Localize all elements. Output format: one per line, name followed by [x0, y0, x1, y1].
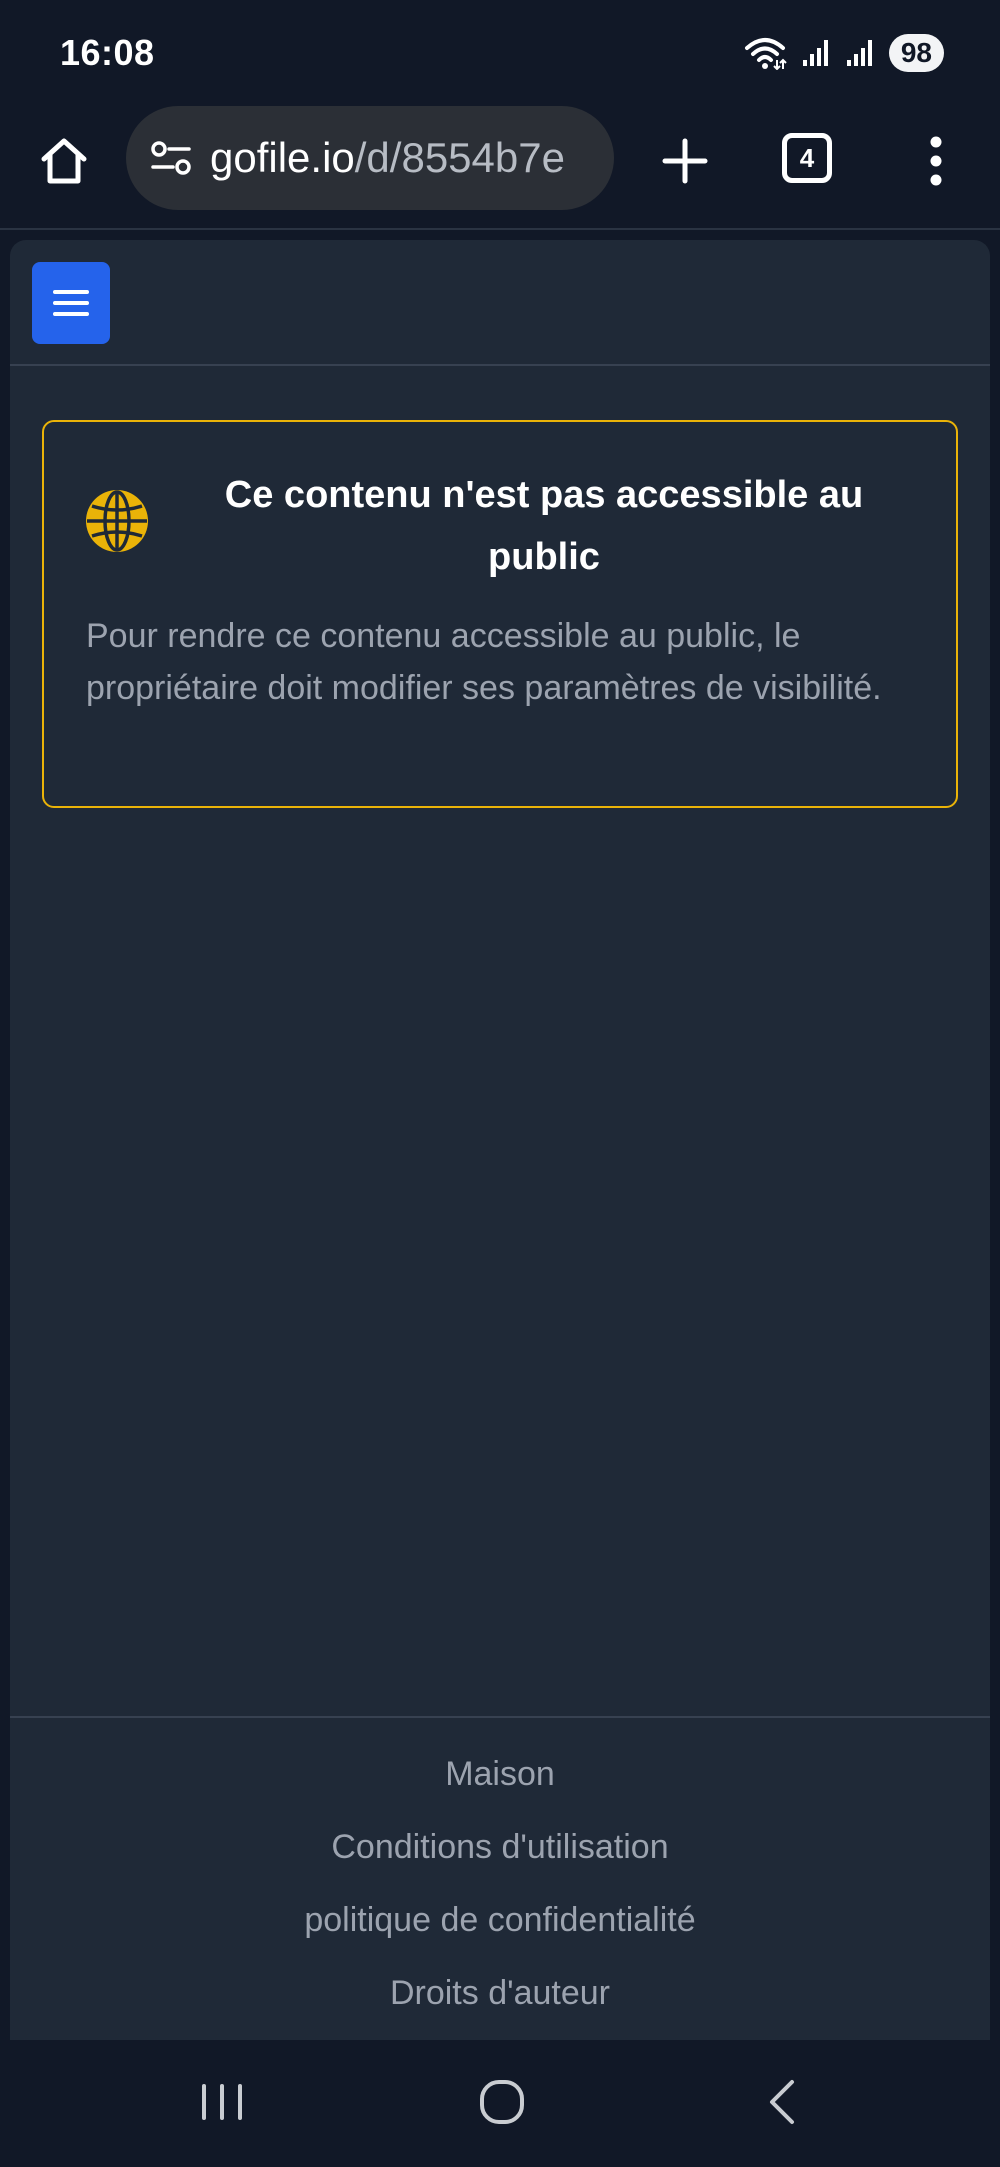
tab-switcher-button[interactable]: 4 [782, 133, 832, 183]
back-button[interactable] [742, 2062, 822, 2142]
signal-icon [845, 38, 875, 68]
footer-link-terms[interactable]: Conditions d'utilisation [10, 1811, 990, 1884]
recents-button[interactable] [182, 2062, 262, 2142]
globe-icon [86, 490, 148, 552]
footer-links: Maison Conditions d'utilisation politiqu… [10, 1738, 990, 2030]
recents-icon [202, 2084, 242, 2120]
status-icons: 98 [743, 34, 944, 72]
system-home-button[interactable] [462, 2062, 542, 2142]
wifi-icon [743, 36, 787, 70]
notice-body: Pour rendre ce contenu accessible au pub… [86, 617, 882, 707]
more-vert-icon [930, 136, 942, 186]
visibility-notice: Ce contenu n'est pas accessible au publi… [42, 420, 958, 808]
footer-link-privacy[interactable]: politique de confidentialité [10, 1884, 990, 1957]
footer-link-home[interactable]: Maison [10, 1738, 990, 1811]
web-page: Ce contenu n'est pas accessible au publi… [10, 240, 990, 2040]
footer-link-copyright[interactable]: Droits d'auteur [10, 1957, 990, 2030]
url-text[interactable]: gofile.io/d/8554b7e [210, 134, 565, 182]
home-circle-icon [480, 2080, 524, 2124]
status-bar: 16:08 98 [0, 0, 1000, 104]
signal-icon [801, 38, 831, 68]
browser-toolbar: gofile.io/d/8554b7e 4 [0, 104, 1000, 230]
more-menu-button[interactable] [916, 130, 956, 192]
system-navigation-bar [0, 2040, 1000, 2167]
site-footer: Maison Conditions d'utilisation politiqu… [10, 1716, 990, 2040]
battery-indicator: 98 [888, 34, 944, 72]
notice-title: Ce contenu n'est pas accessible au publi… [224, 474, 864, 578]
home-icon [41, 138, 87, 184]
home-button[interactable] [34, 131, 94, 191]
site-settings-icon[interactable] [146, 133, 196, 183]
hamburger-menu-button[interactable] [32, 262, 110, 344]
plus-icon [662, 138, 708, 184]
address-bar[interactable]: gofile.io/d/8554b7e [126, 106, 614, 210]
url-domain: gofile.io [210, 134, 355, 181]
status-time: 16:08 [60, 32, 155, 73]
site-navbar [10, 240, 990, 366]
hamburger-icon [53, 290, 89, 316]
url-path: /d/8554b7e [354, 134, 565, 181]
back-chevron-icon [770, 2080, 794, 2124]
new-tab-button[interactable] [652, 128, 718, 194]
